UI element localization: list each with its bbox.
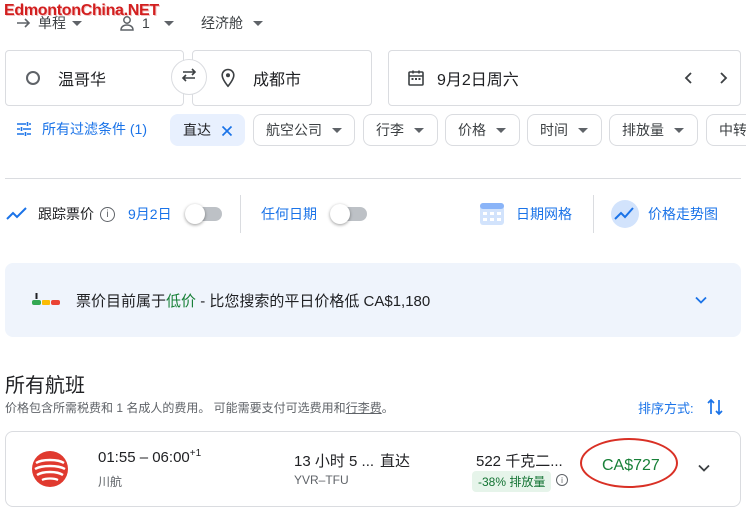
chip-times[interactable]: 时间 — [527, 114, 602, 146]
flight-times: 01:55 – 06:00+1 — [98, 448, 201, 466]
trip-type-select[interactable]: 单程 — [16, 12, 82, 34]
chip-emissions[interactable]: 排放量 — [609, 114, 698, 146]
caret-down-icon — [163, 20, 174, 26]
swap-icon — [179, 65, 199, 90]
track-date-label: 9月2日 — [128, 206, 172, 222]
airline-name: 川航 — [98, 475, 123, 489]
price-graph-label: 价格走势图 — [648, 206, 718, 222]
flight-times-text: 01:55 – 06:00 — [98, 449, 190, 466]
flight-result-card[interactable]: 01:55 – 06:00+1 川航 13 小时 5 ... 直达 YVR–TF… — [5, 431, 741, 507]
caret-down-icon — [496, 127, 506, 133]
passenger-select[interactable]: 1 — [118, 12, 174, 34]
chip-label: 行李 — [376, 122, 404, 138]
divider — [5, 178, 741, 179]
emissions-badge: -38% 排放量 — [472, 471, 552, 492]
day-offset: +1 — [189, 448, 202, 459]
date-grid-button[interactable]: 日期网格 — [478, 200, 572, 228]
date-field[interactable]: 9月2日周六 — [388, 50, 741, 106]
results-heading: 所有航班 — [5, 375, 85, 397]
caret-down-icon — [414, 127, 424, 133]
flight-price: CA$727 — [602, 457, 660, 474]
divider — [593, 195, 594, 233]
flight-emissions: 522 千克二... — [476, 453, 563, 470]
trip-type-label: 单程 — [38, 15, 66, 31]
caret-down-icon — [72, 20, 82, 26]
sichuan-airlines-logo-icon — [30, 449, 70, 489]
destination-field[interactable]: 成都市 — [192, 50, 372, 106]
date-value: 9月2日周六 — [437, 72, 519, 89]
chip-label: 排放量 — [622, 122, 664, 138]
chip-connecting[interactable]: 中转 — [706, 114, 746, 146]
all-filters-label: 所有过滤条件 (1) — [42, 121, 147, 137]
track-any-date: 任何日期 — [261, 200, 367, 228]
origin-value: 温哥华 — [58, 72, 107, 89]
any-date-toggle[interactable] — [330, 204, 367, 224]
chip-airlines[interactable]: 航空公司 — [253, 114, 355, 146]
chip-price[interactable]: 价格 — [445, 114, 520, 146]
price-graph-icon — [610, 199, 640, 229]
date-grid-label: 日期网格 — [516, 206, 572, 222]
chip-nonstop[interactable]: 直达 — [170, 114, 245, 146]
price-insight-banner[interactable]: 票价目前属于低价 - 比您搜索的平日价格低 CA$1,180 — [5, 263, 741, 337]
caret-down-icon — [674, 127, 684, 133]
chip-label: 时间 — [540, 122, 568, 138]
chevron-left-icon[interactable] — [681, 70, 697, 86]
chip-label: 价格 — [458, 122, 486, 138]
track-label: 跟踪票价 — [38, 206, 94, 222]
results-note: 价格包含所需税费和 1 名成人的费用。 可能需要支付可选费用和行李费。 — [5, 399, 394, 416]
chevron-down-icon[interactable] — [693, 292, 709, 308]
track-prices-row: 跟踪票价 i 9月2日 — [6, 200, 222, 228]
all-filters-button[interactable]: 所有过滤条件 (1) — [16, 119, 147, 139]
date-grid-icon — [478, 200, 506, 228]
info-icon[interactable]: i — [100, 206, 115, 222]
origin-field[interactable]: 温哥华 — [5, 50, 184, 106]
chip-bags[interactable]: 行李 — [363, 114, 438, 146]
trending-icon — [6, 206, 28, 222]
caret-down-icon — [578, 127, 588, 133]
passenger-count: 1 — [142, 15, 150, 31]
caret-down-icon — [253, 20, 263, 26]
arrow-right-icon — [16, 15, 32, 31]
location-pin-icon — [219, 68, 237, 88]
any-date-label: 任何日期 — [261, 206, 317, 222]
chip-label: 直达 — [183, 122, 211, 138]
caret-down-icon — [332, 127, 342, 133]
flight-duration: 13 小时 5 ... — [294, 453, 375, 470]
origin-circle-icon — [26, 71, 40, 85]
divider — [240, 195, 241, 233]
note-suffix: 。 — [381, 401, 394, 415]
chip-label: 中转 — [719, 122, 746, 138]
tune-icon — [16, 121, 32, 137]
insight-text-suffix: - 比您搜索的平日价格低 CA$1,180 — [196, 292, 431, 310]
sort-label: 排序方式: — [638, 400, 694, 416]
sort-icon — [706, 397, 724, 417]
flight-route: YVR–TFU — [294, 473, 349, 487]
track-date-toggle[interactable] — [184, 204, 222, 224]
bag-fees-link[interactable]: 行李费 — [346, 401, 382, 415]
person-icon — [118, 14, 136, 32]
price-insight-text: 票价目前属于低价 - 比您搜索的平日价格低 CA$1,180 — [76, 290, 430, 311]
insight-text-prefix: 票价目前属于 — [76, 292, 167, 310]
chevron-down-icon[interactable] — [696, 460, 712, 476]
calendar-icon — [407, 69, 425, 87]
cabin-select[interactable]: 经济舱 — [201, 12, 263, 34]
destination-value: 成都市 — [253, 72, 302, 89]
flight-stops: 直达 — [380, 453, 411, 470]
info-icon[interactable]: i — [556, 474, 568, 486]
sort-button[interactable]: 排序方式: — [638, 397, 724, 417]
insight-low-price: 低价 — [166, 292, 197, 310]
swap-button[interactable] — [171, 59, 207, 95]
price-level-icon — [32, 293, 60, 307]
cabin-label: 经济舱 — [201, 15, 243, 31]
chevron-right-icon[interactable] — [715, 70, 731, 86]
price-graph-button[interactable]: 价格走势图 — [610, 200, 718, 228]
close-icon[interactable] — [221, 124, 233, 137]
note-prefix: 价格包含所需税费和 1 名成人的费用。 可能需要支付可选费用和 — [5, 401, 346, 415]
chip-label: 航空公司 — [266, 122, 322, 138]
